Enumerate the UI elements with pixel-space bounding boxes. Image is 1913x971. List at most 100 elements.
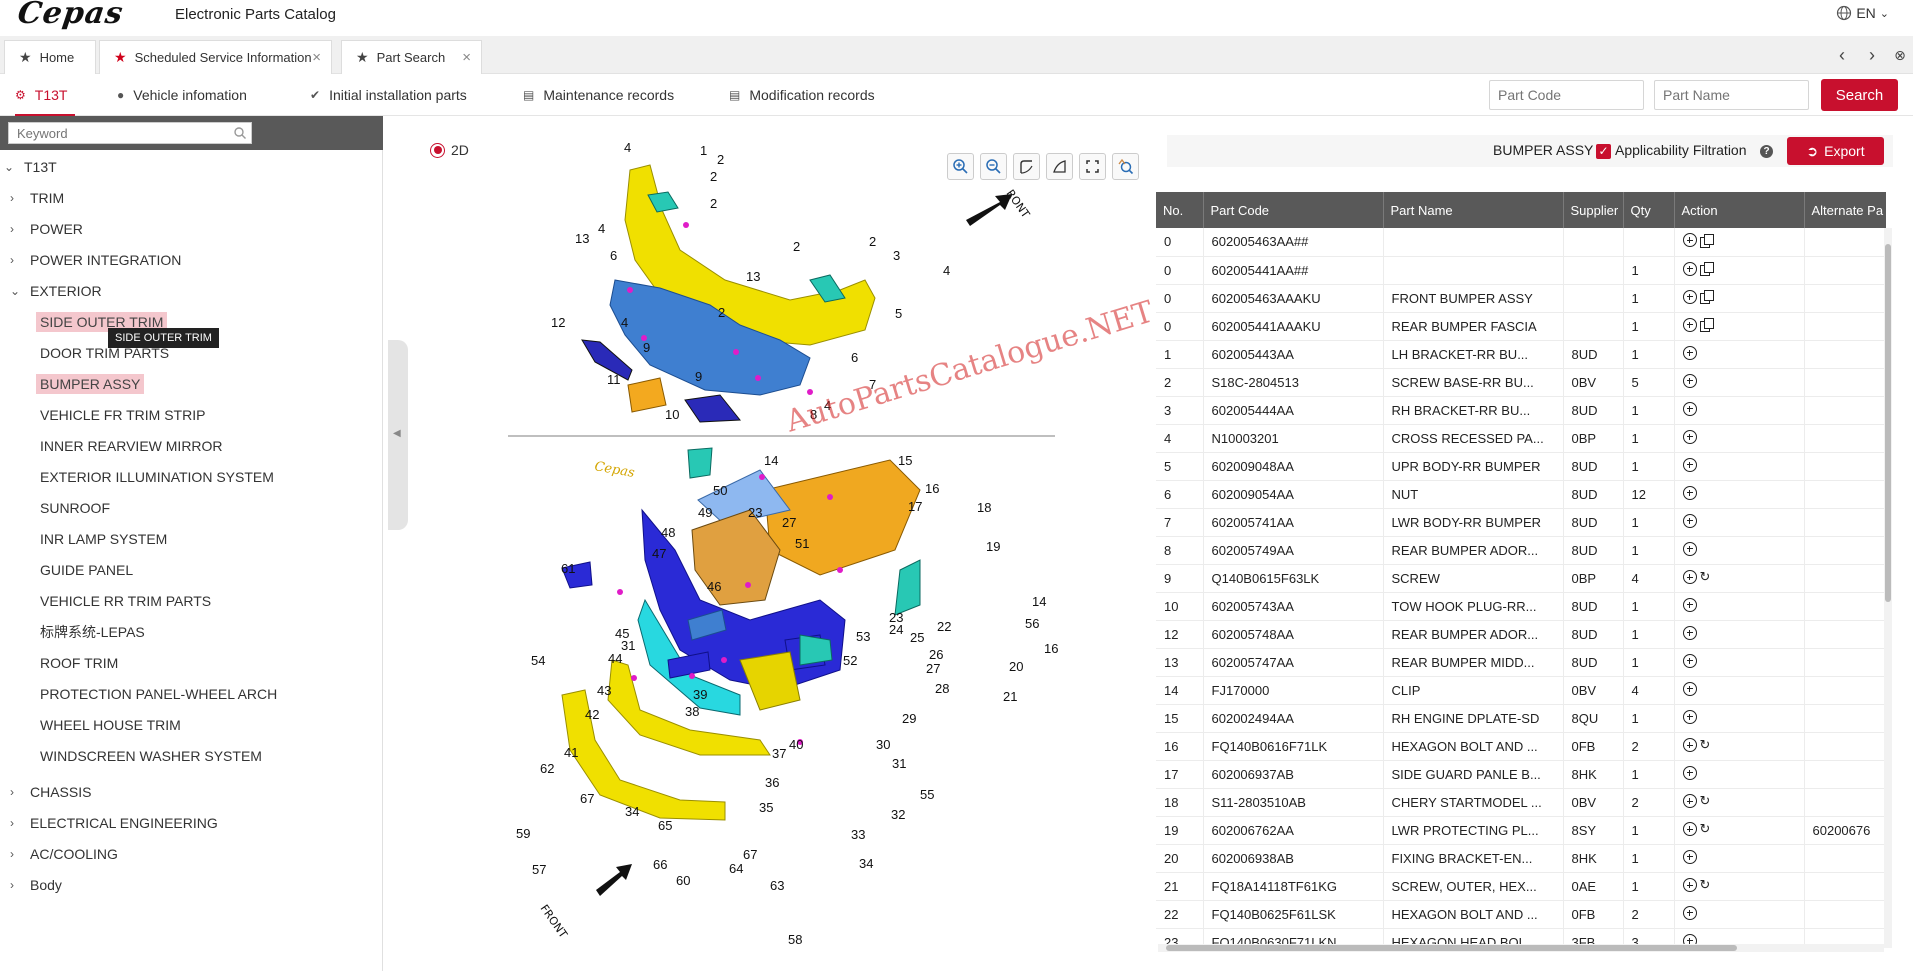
- tree-group-exterior[interactable]: ⌄ EXTERIOR: [0, 276, 102, 306]
- callout[interactable]: 55: [920, 787, 934, 802]
- tree-item[interactable]: VEHICLE FR TRIM STRIP: [36, 400, 209, 430]
- tree-item[interactable]: ROOF TRIM: [36, 648, 122, 678]
- callout[interactable]: 54: [531, 653, 545, 668]
- table-row[interactable]: 22 FQ140B0625F61LSK HEXAGON BOLT AND ... 0F…: [1156, 900, 1886, 929]
- callout[interactable]: 53: [856, 629, 870, 644]
- table-row[interactable]: 2 S18C-2804513 SCREW BASE-RR BU... 0BV 5: [1156, 368, 1886, 397]
- callout[interactable]: 20: [1009, 659, 1023, 674]
- add-to-cart-icon[interactable]: [1682, 429, 1697, 444]
- add-to-cart-icon[interactable]: [1682, 485, 1697, 500]
- part-name-input[interactable]: [1654, 80, 1809, 110]
- callout[interactable]: 30: [876, 737, 890, 752]
- tree-group[interactable]: › Body: [0, 870, 62, 900]
- nav-maintenance-records[interactable]: ▤ Maintenance records: [523, 74, 674, 116]
- callout[interactable]: 32: [891, 807, 905, 822]
- callout[interactable]: 6: [610, 248, 617, 263]
- exploded-parts-diagram[interactable]: RONT FRONT Cepas: [500, 130, 1060, 950]
- tow-hook-plug[interactable]: [627, 377, 667, 413]
- table-row[interactable]: 0 602005441AAAKU REAR BUMPER FASCIA 1: [1156, 312, 1886, 341]
- table-row[interactable]: 14 FJ170000 CLIP 0BV 4: [1156, 676, 1886, 705]
- replacement-icon[interactable]: ↻: [1700, 821, 1711, 837]
- callout[interactable]: 48: [661, 525, 675, 540]
- tree-group[interactable]: › AC/COOLING: [0, 839, 118, 869]
- table-row[interactable]: 20 602006938AB FIXING BRACKET-EN... 8HK 1: [1156, 844, 1886, 873]
- column-header[interactable]: No.: [1156, 192, 1204, 228]
- table-row[interactable]: 15 602002494AA RH ENGINE DPLATE-SD 8QU 1: [1156, 704, 1886, 733]
- column-header[interactable]: Part Name: [1383, 192, 1564, 228]
- callout[interactable]: 13: [575, 231, 589, 246]
- callout[interactable]: 34: [625, 804, 639, 819]
- copy-icon[interactable]: [1699, 290, 1714, 304]
- callout[interactable]: 65: [658, 818, 672, 833]
- callout[interactable]: 2: [717, 152, 724, 167]
- add-to-cart-icon[interactable]: [1682, 261, 1697, 276]
- tree-item[interactable]: WINDSCREEN WASHER SYSTEM: [36, 741, 266, 771]
- callout[interactable]: 18: [977, 500, 991, 515]
- table-row[interactable]: 1 602005443AA LH BRACKET-RR BU... 8UD 1: [1156, 340, 1886, 369]
- callout[interactable]: 67: [743, 847, 757, 862]
- add-to-cart-icon[interactable]: [1682, 457, 1697, 472]
- add-to-cart-icon[interactable]: [1682, 373, 1697, 388]
- close-all-tabs-icon[interactable]: ⊗: [1887, 42, 1913, 68]
- table-row[interactable]: 0 602005463AA##: [1156, 228, 1886, 257]
- callout[interactable]: 2: [793, 239, 800, 254]
- add-to-cart-icon[interactable]: [1682, 681, 1697, 696]
- callout[interactable]: 46: [707, 579, 721, 594]
- callout[interactable]: 33: [851, 827, 865, 842]
- tree-root[interactable]: ⌄ T13T: [0, 152, 57, 182]
- callout[interactable]: 16: [925, 481, 939, 496]
- callout[interactable]: 57: [532, 862, 546, 877]
- nav-t13t[interactable]: ⚙ T13T: [15, 74, 75, 116]
- callout[interactable]: 19: [986, 539, 1000, 554]
- callout[interactable]: 3: [893, 248, 900, 263]
- horizontal-scroll-thumb[interactable]: [1166, 945, 1737, 951]
- callout[interactable]: 2: [718, 305, 725, 320]
- search-button[interactable]: Search: [1821, 79, 1898, 111]
- copy-icon[interactable]: [1699, 233, 1714, 248]
- tree-group[interactable]: › TRIM: [0, 183, 64, 213]
- tree-item[interactable]: WHEEL HOUSE TRIM: [36, 710, 185, 740]
- callout[interactable]: 1: [700, 143, 707, 158]
- callout[interactable]: 23: [748, 505, 762, 520]
- callout[interactable]: 5: [895, 306, 902, 321]
- table-row[interactable]: 17 602006937AB SIDE GUARD PANLE B... 8HK 1: [1156, 760, 1886, 789]
- nav-initial-installation[interactable]: ✔ Initial installation parts: [310, 74, 467, 116]
- add-to-cart-icon[interactable]: [1682, 738, 1697, 752]
- callout[interactable]: 37: [772, 746, 786, 761]
- callout[interactable]: 36: [765, 775, 779, 790]
- tree-group[interactable]: › CHASSIS: [0, 777, 91, 807]
- tree-item[interactable]: EXTERIOR ILLUMINATION SYSTEM: [36, 462, 278, 492]
- add-to-cart-icon[interactable]: [1682, 345, 1697, 360]
- callout[interactable]: 56: [1025, 616, 1039, 631]
- callout[interactable]: 44: [608, 651, 622, 666]
- callout[interactable]: 6: [851, 350, 858, 365]
- callout[interactable]: 9: [695, 369, 702, 384]
- callout[interactable]: 35: [759, 800, 773, 815]
- callout[interactable]: 38: [685, 704, 699, 719]
- fullscreen-icon[interactable]: [1079, 153, 1106, 180]
- add-to-cart-icon[interactable]: [1682, 794, 1697, 808]
- add-to-cart-icon[interactable]: [1682, 653, 1697, 668]
- applicability-checkbox[interactable]: ✓: [1596, 144, 1611, 159]
- callout[interactable]: 26: [929, 647, 943, 662]
- column-header[interactable]: Part Code: [1203, 192, 1384, 228]
- callout[interactable]: 28: [935, 681, 949, 696]
- callout[interactable]: 12: [551, 315, 565, 330]
- add-to-cart-icon[interactable]: [1682, 401, 1697, 416]
- add-to-cart-icon[interactable]: [1682, 625, 1697, 640]
- callout[interactable]: 2: [710, 169, 717, 184]
- callout[interactable]: 9: [643, 340, 650, 355]
- tree-item-selected[interactable]: BUMPER ASSY: [36, 369, 145, 399]
- add-to-cart-icon[interactable]: [1682, 570, 1697, 584]
- table-row[interactable]: 0 602005463AAAKU FRONT BUMPER ASSY 1: [1156, 284, 1886, 313]
- add-to-cart-icon[interactable]: [1682, 849, 1697, 864]
- add-to-cart-icon[interactable]: [1682, 765, 1697, 780]
- add-to-cart-icon[interactable]: [1682, 233, 1697, 248]
- add-to-cart-icon[interactable]: [1682, 905, 1697, 920]
- nav-modification-records[interactable]: ▤ Modification records: [729, 74, 875, 116]
- tree-item[interactable]: 标牌系统-LEPAS: [36, 617, 149, 647]
- callout[interactable]: 4: [621, 315, 628, 330]
- callout[interactable]: 14: [764, 453, 778, 468]
- callout[interactable]: 29: [902, 711, 916, 726]
- callout[interactable]: 49: [698, 505, 712, 520]
